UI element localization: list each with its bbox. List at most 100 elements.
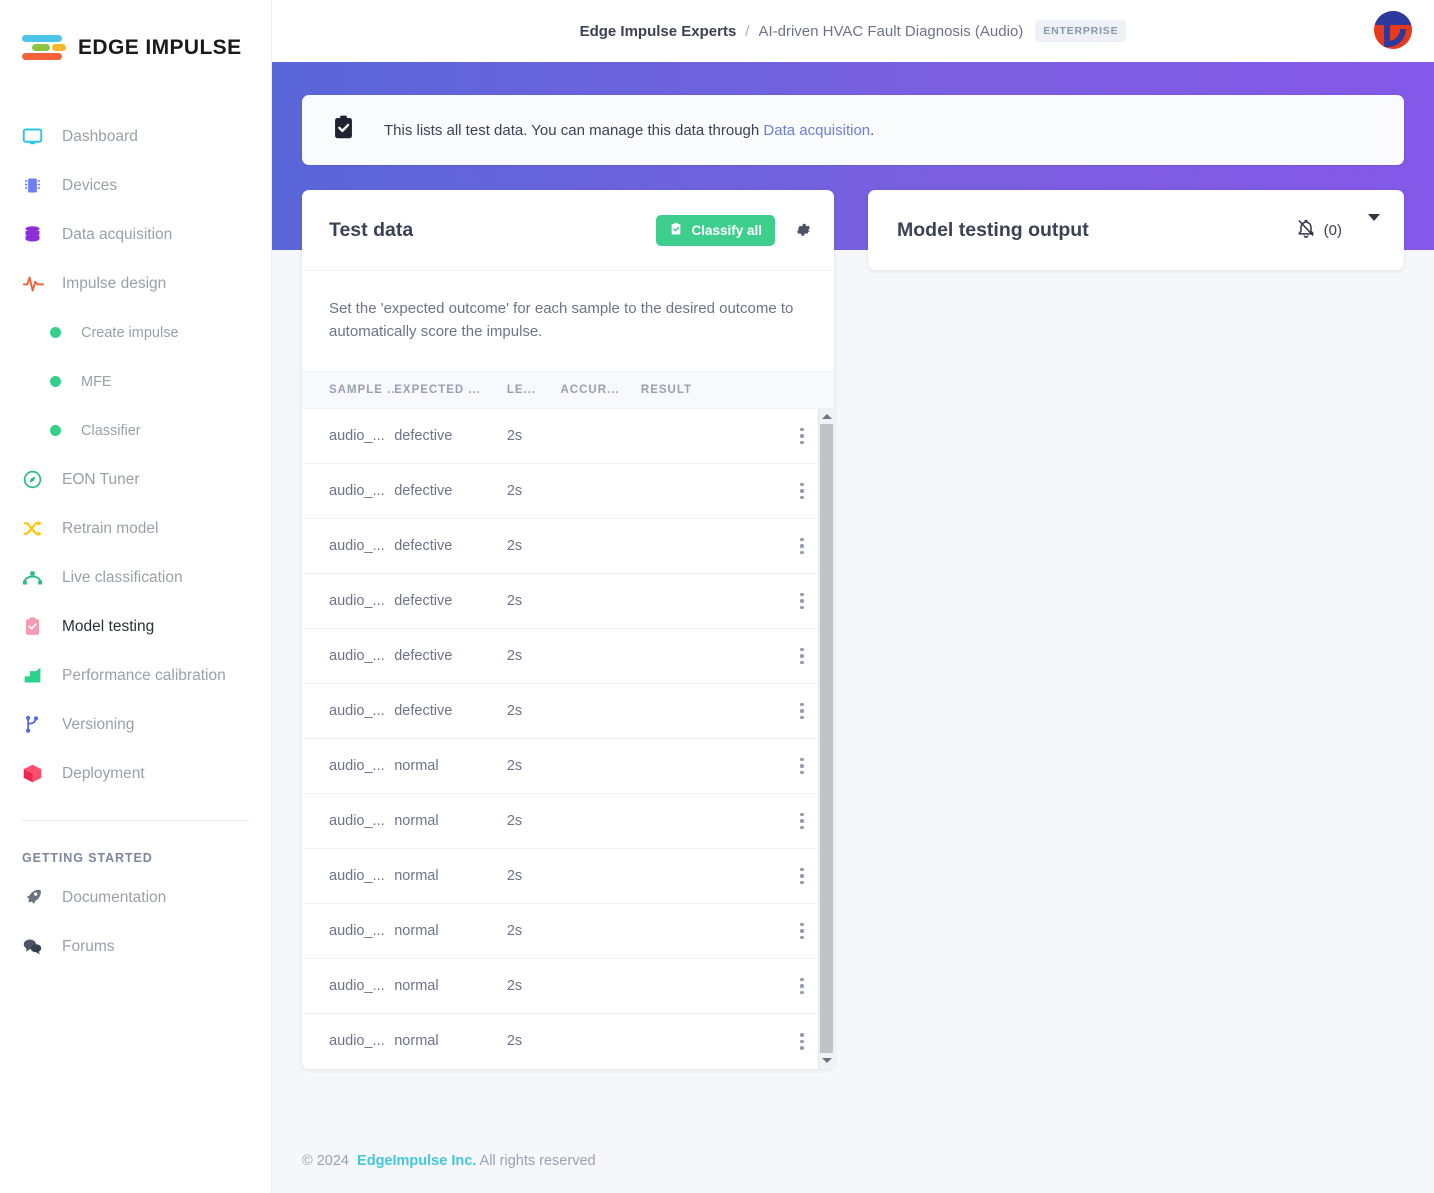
table-row[interactable]: audio_... defective 2s (302, 518, 834, 574)
pulse-icon (22, 272, 52, 296)
cell-sample: audio_... (302, 683, 395, 739)
cell-result (640, 573, 770, 629)
sidebar-item-eon-tuner[interactable]: EON Tuner (0, 455, 271, 504)
green-dot-icon (50, 376, 61, 387)
sidebar-item-create-impulse[interactable]: Create impulse (0, 308, 271, 357)
column-header-expected[interactable]: EXPECTED ... (394, 372, 507, 409)
cell-result (640, 518, 770, 574)
sidebar-item-versioning[interactable]: Versioning (0, 700, 271, 749)
footer-company[interactable]: EdgeImpulse Inc. (357, 1153, 476, 1169)
model-testing-output-header: Model testing output (0) (868, 190, 1404, 270)
avatar[interactable] (1374, 11, 1412, 49)
sidebar-item-live-classification[interactable]: Live classification (0, 553, 271, 602)
test-data-subtitle: Set the 'expected outcome' for each samp… (302, 270, 834, 371)
table-row[interactable]: audio_... defective 2s (302, 573, 834, 629)
cell-expected: normal (394, 958, 507, 1014)
column-header-actions (769, 372, 834, 409)
sidebar-item-performance-calibration[interactable]: Performance calibration (0, 651, 271, 700)
cell-accuracy (560, 793, 641, 849)
table-row[interactable]: audio_... defective 2s (302, 463, 834, 519)
main-area: Edge Impulse Experts / AI-driven HVAC Fa… (272, 0, 1434, 1193)
info-banner: This lists all test data. You can manage… (302, 95, 1404, 165)
logo[interactable]: EDGE IMPULSE (0, 22, 271, 74)
breadcrumb-project[interactable]: AI-driven HVAC Fault Diagnosis (Audio) (758, 23, 1023, 40)
clipboard-check-icon (22, 615, 52, 639)
sidebar-item-mfe[interactable]: MFE (0, 357, 271, 406)
gear-icon[interactable] (795, 222, 812, 239)
sidebar-item-classifier[interactable]: Classifier (0, 406, 271, 455)
chevron-down-icon[interactable] (1368, 214, 1380, 239)
cell-sample: audio_... (302, 463, 395, 519)
table-row[interactable]: audio_... normal 2s (302, 848, 834, 904)
cell-expected: normal (394, 1033, 439, 1050)
sidebar-item-dashboard[interactable]: Dashboard (0, 112, 271, 161)
cell-sample: audio_... (329, 1033, 385, 1050)
footer-copyright: © 2024 (302, 1153, 349, 1169)
box-icon (22, 762, 52, 786)
column-header-length[interactable]: LE... (506, 372, 561, 409)
compass-icon (22, 468, 52, 492)
cell-sample: audio_... (302, 518, 395, 574)
table-scrollbar[interactable] (818, 408, 834, 1069)
sidebar-item-label: Versioning (62, 715, 135, 733)
chat-icon (22, 935, 52, 959)
table-row[interactable]: audio_... normal 2s (302, 958, 834, 1014)
classify-all-button[interactable]: Classify all (656, 214, 775, 246)
page-content: This lists all test data. You can manage… (272, 62, 1434, 1193)
table-row[interactable]: audio_... normal 2s (302, 1014, 834, 1069)
sidebar-item-impulse-design[interactable]: Impulse design (0, 259, 271, 308)
bell-slash-icon[interactable] (1296, 218, 1316, 243)
clipboard-check-icon (669, 222, 683, 239)
cell-result (640, 408, 770, 464)
cell-length: 2s (506, 408, 561, 464)
sidebar-item-retrain-model[interactable]: Retrain model (0, 504, 271, 553)
table-row[interactable]: audio_... normal 2s (302, 793, 834, 849)
sidebar-item-forums[interactable]: Forums (0, 922, 271, 971)
model-testing-output-title: Model testing output (897, 218, 1089, 241)
app-root: EDGE IMPULSE Dashboard Devices Data acqu… (0, 0, 1434, 1193)
sidebar-item-label: EON Tuner (62, 470, 140, 488)
sidebar-item-model-testing[interactable]: Model testing (0, 602, 271, 651)
sidebar-subitem-label: Create impulse (81, 324, 179, 341)
cell-expected: normal (394, 903, 507, 959)
info-banner-text-before: This lists all test data. You can manage… (384, 121, 764, 139)
column-header-result[interactable]: RESULT (640, 372, 770, 409)
cell-accuracy (560, 518, 641, 574)
edge-impulse-logo-icon (22, 33, 68, 63)
scroll-up-arrow-icon[interactable] (819, 408, 834, 424)
sidebar-item-data-acquisition[interactable]: Data acquisition (0, 210, 271, 259)
cell-accuracy (560, 738, 641, 794)
column-header-sample[interactable]: SAMPLE ... (302, 372, 395, 409)
sidebar-item-label: Performance calibration (62, 666, 226, 684)
table-row[interactable]: audio_... normal 2s (302, 738, 834, 794)
sidebar-subitem-label: MFE (81, 373, 112, 390)
scrollbar-thumb[interactable] (820, 424, 833, 1053)
sidebar-item-deployment[interactable]: Deployment (0, 749, 271, 798)
sidebar-item-documentation[interactable]: Documentation (0, 873, 271, 922)
sidebar-item-label: Forums (62, 937, 115, 955)
cell-length: 2s (506, 1033, 523, 1050)
cell-accuracy (560, 903, 641, 959)
cell-expected: defective (394, 463, 507, 519)
cell-sample: audio_... (302, 573, 395, 629)
cell-accuracy (560, 628, 641, 684)
cell-length: 2s (506, 903, 561, 959)
sidebar-item-devices[interactable]: Devices (0, 161, 271, 210)
classify-all-label: Classify all (691, 222, 762, 238)
column-header-accuracy[interactable]: ACCUR... (560, 372, 641, 409)
table-row[interactable]: audio_... defective 2s (302, 628, 834, 684)
cell-expected: normal (394, 848, 507, 904)
sidebar-section-label: GETTING STARTED (22, 851, 153, 865)
rocket-icon (22, 886, 52, 910)
cell-result (640, 903, 770, 959)
breadcrumb-org[interactable]: Edge Impulse Experts (580, 23, 737, 40)
footer-rights: All rights reserved (479, 1153, 596, 1169)
table-row[interactable]: audio_... defective 2s (302, 408, 834, 464)
scroll-down-arrow-icon[interactable] (819, 1052, 834, 1069)
cell-accuracy (560, 1014, 640, 1069)
table-row[interactable]: audio_... defective 2s (302, 683, 834, 739)
data-acquisition-link[interactable]: Data acquisition (763, 122, 870, 139)
cell-sample: audio_... (302, 848, 395, 904)
table-row[interactable]: audio_... normal 2s (302, 903, 834, 959)
breadcrumb-separator: / (745, 22, 750, 40)
